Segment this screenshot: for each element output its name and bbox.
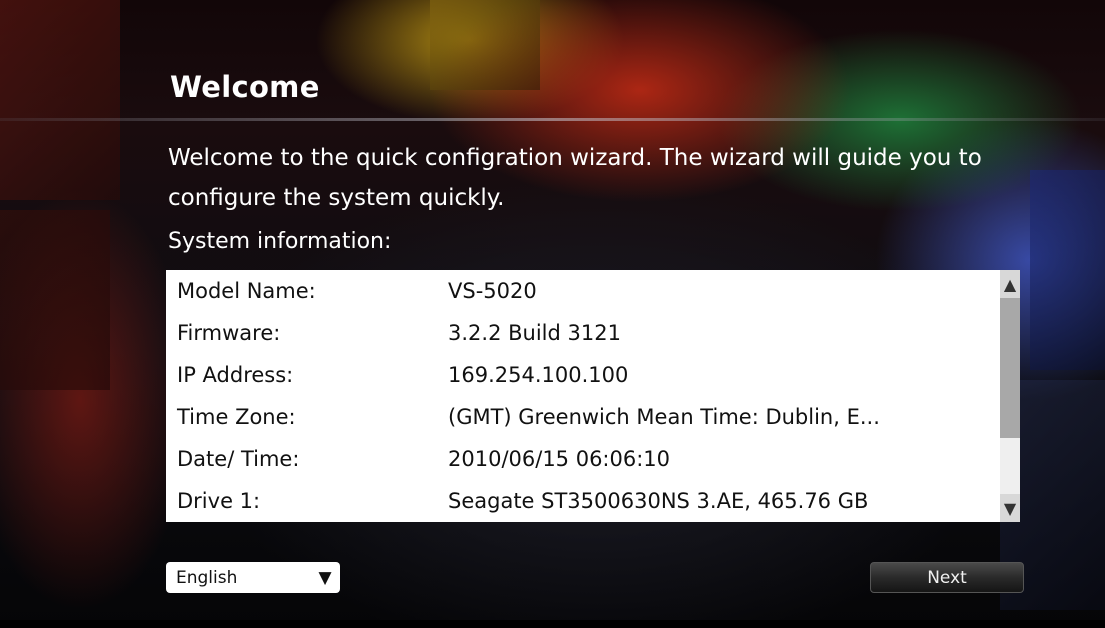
info-key: Model Name: <box>177 279 316 303</box>
intro-text: Welcome to the quick configration wizard… <box>168 145 982 211</box>
info-key: Time Zone: <box>177 405 296 429</box>
system-info-panel: Model Name: VS-5020 Firmware: 3.2.2 Buil… <box>166 270 1020 522</box>
info-row-date-time: Date/ Time: 2010/06/15 06:06:10 <box>166 438 1000 480</box>
background-tile <box>1030 170 1105 370</box>
info-key: Drive 1: <box>177 489 261 513</box>
dropdown-arrow-icon: ▼ <box>318 567 332 588</box>
page-title: Welcome <box>170 70 320 104</box>
scrollbar-track[interactable] <box>1000 438 1020 494</box>
bottom-edge <box>0 620 1105 628</box>
info-key: Date/ Time: <box>177 447 300 471</box>
info-row-drive-1: Drive 1: Seagate ST3500630NS 3.AE, 465.7… <box>166 480 1000 522</box>
info-value: VS-5020 <box>448 279 537 303</box>
info-value: (GMT) Greenwich Mean Time: Dublin, E... <box>448 405 880 429</box>
scroll-up-arrow-icon[interactable]: ▲ <box>1000 270 1020 298</box>
scroll-down-arrow-icon[interactable]: ▼ <box>1000 494 1020 522</box>
info-scrollbar[interactable]: ▲ ▼ <box>1000 270 1020 522</box>
header-divider <box>0 118 1105 121</box>
info-key: IP Address: <box>177 363 294 387</box>
info-row-time-zone: Time Zone: (GMT) Greenwich Mean Time: Du… <box>166 396 1000 438</box>
info-row-model-name: Model Name: VS-5020 <box>166 270 1000 312</box>
info-row-firmware: Firmware: 3.2.2 Build 3121 <box>166 312 1000 354</box>
system-info-list: Model Name: VS-5020 Firmware: 3.2.2 Buil… <box>166 270 1000 522</box>
background-tile <box>0 0 120 200</box>
system-information-label: System information: <box>168 229 392 254</box>
background-tile <box>0 210 110 390</box>
info-key: Firmware: <box>177 321 281 345</box>
language-selected-value: English <box>176 567 238 588</box>
info-value: Seagate ST3500630NS 3.AE, 465.76 GB <box>448 489 869 513</box>
info-row-ip-address: IP Address: 169.254.100.100 <box>166 354 1000 396</box>
language-dropdown[interactable]: English ▼ <box>166 562 340 593</box>
background-tile <box>430 0 540 90</box>
info-value: 2010/06/15 06:06:10 <box>448 447 671 471</box>
next-button[interactable]: Next <box>870 562 1024 593</box>
wizard-screen: Welcome Welcome to the quick configratio… <box>0 0 1105 628</box>
info-value: 3.2.2 Build 3121 <box>448 321 621 345</box>
scrollbar-thumb[interactable] <box>1000 298 1020 438</box>
info-value: 169.254.100.100 <box>448 363 629 387</box>
